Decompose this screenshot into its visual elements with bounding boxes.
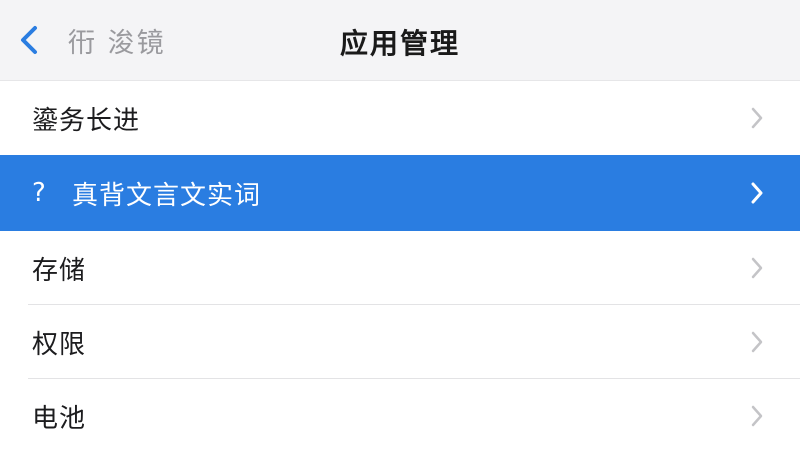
- settings-list: 鎏务长进 ? 真背文言文实词 存储 权限 电池: [0, 81, 800, 450]
- chevron-right-icon: [751, 182, 763, 204]
- page-title: 应用管理: [339, 27, 460, 60]
- list-item[interactable]: 存储: [0, 231, 800, 305]
- chevron-right-icon: [751, 107, 763, 129]
- app-management-screen: 衎 浚镜 应用管理 鎏务长进 ? 真背文言文实词 存储 权限 电池: [0, 0, 800, 450]
- chevron-right-icon: [751, 257, 763, 279]
- list-item-label: 存储: [32, 255, 87, 286]
- list-item[interactable]: 鎏务长进: [0, 81, 800, 155]
- list-item-label: 权限: [32, 329, 87, 360]
- list-item-selected[interactable]: ? 真背文言文实词: [0, 155, 800, 231]
- list-item-label: 真背文言文实词: [72, 180, 262, 211]
- list-item-label: 电池: [32, 403, 87, 434]
- chevron-right-icon: [751, 405, 763, 427]
- question-mark-icon: ?: [32, 178, 46, 208]
- list-item-label: 鎏务长进: [32, 105, 141, 136]
- list-item[interactable]: 电池: [0, 379, 800, 450]
- navigation-bar: 衎 浚镜 应用管理: [0, 0, 800, 81]
- list-item[interactable]: 权限: [0, 305, 800, 379]
- chevron-right-icon: [751, 331, 763, 353]
